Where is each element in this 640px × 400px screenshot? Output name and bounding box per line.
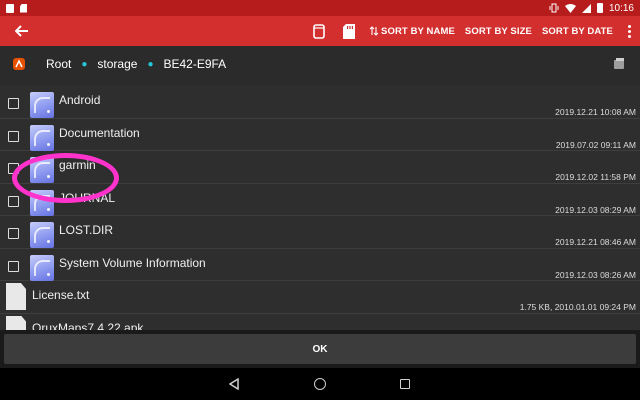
nav-recents-icon[interactable]: [400, 379, 410, 389]
app-logo-icon[interactable]: [12, 57, 26, 71]
list-item[interactable]: System Volume Information 2019.12.03 08:…: [0, 249, 640, 281]
select-checkbox[interactable]: [8, 98, 19, 109]
folder-icon: [30, 189, 54, 216]
sort-by-date-label: SORT BY DATE: [541, 25, 613, 37]
folder-icon: [30, 254, 54, 281]
folder-icon: [30, 124, 54, 151]
select-checkbox[interactable]: [8, 163, 19, 174]
list-item[interactable]: JOURNAL 2019.12.03 08:29 AM: [0, 184, 640, 216]
sd-storage-icon: [313, 23, 325, 39]
list-item[interactable]: OruxMaps7.4.22.apk: [0, 314, 640, 331]
select-checkbox[interactable]: [8, 260, 19, 272]
item-size-date: 1.75 KB, 2010.01.01 09:24 PM: [519, 302, 636, 312]
sd-card-icon: [343, 23, 356, 39]
folder-icon: [30, 157, 54, 183]
vibrate-icon: [549, 3, 559, 13]
battery-icon: [596, 3, 603, 13]
item-name: License.txt: [32, 288, 90, 302]
ok-area: OK: [0, 330, 640, 368]
breadcrumb: Root ● storage ● BE42-E9FA: [42, 57, 230, 71]
toolbar: SORT BY NAME SORT BY SIZE SORT BY DATE: [0, 16, 640, 46]
item-name: LOST.DIR: [59, 223, 114, 237]
sort-by-name-label: SORT BY NAME: [381, 25, 455, 37]
refresh-icon[interactable]: [612, 57, 626, 71]
sd-card-button[interactable]: [334, 16, 364, 46]
navigation-bar: [0, 368, 640, 400]
list-item[interactable]: Android 2019.12.21 10:08 AM: [0, 86, 640, 119]
wifi-icon: [564, 3, 576, 13]
status-time: 10:16: [608, 2, 634, 14]
breadcrumb-volume[interactable]: BE42-E9FA: [159, 57, 230, 71]
item-name: System Volume Information: [59, 255, 206, 270]
storage-button[interactable]: [304, 16, 334, 46]
sort-by-size-button[interactable]: SORT BY SIZE: [460, 16, 537, 46]
item-date: 2019.12.02 11:58 PM: [555, 172, 636, 182]
signal-icon: [581, 3, 591, 13]
folder-icon: [30, 92, 54, 118]
notification-icon: [6, 3, 14, 13]
list-item[interactable]: License.txt 1.75 KB, 2010.01.01 09:24 PM: [0, 281, 640, 314]
back-arrow-icon: [15, 25, 28, 37]
item-name: garmin: [59, 158, 96, 172]
file-list: Android 2019.12.21 10:08 AM Documentatio…: [0, 86, 640, 330]
breadcrumb-storage[interactable]: storage: [93, 57, 141, 71]
sort-by-size-label: SORT BY SIZE: [464, 25, 532, 37]
nav-back-icon[interactable]: [229, 378, 239, 390]
list-item[interactable]: garmin 2019.12.02 11:58 PM: [0, 151, 640, 184]
breadcrumb-separator: ●: [81, 58, 88, 70]
item-date: 2019.12.03 08:26 AM: [555, 269, 636, 280]
sort-by-name-button[interactable]: SORT BY NAME: [364, 16, 460, 46]
file-icon: [6, 315, 26, 330]
ok-button[interactable]: OK: [4, 334, 636, 364]
breadcrumb-separator: ●: [147, 58, 154, 70]
folder-icon: [30, 222, 54, 248]
list-item[interactable]: LOST.DIR 2019.12.21 08:46 AM: [0, 216, 640, 249]
item-name: OruxMaps7.4.22.apk: [32, 320, 144, 331]
item-date: 2019.12.21 10:08 AM: [555, 107, 636, 117]
status-bar: 10:16: [0, 0, 640, 16]
item-date: 2019.12.21 08:46 AM: [555, 237, 636, 247]
select-checkbox[interactable]: [8, 130, 19, 142]
breadcrumb-root[interactable]: Root: [42, 57, 75, 71]
select-checkbox[interactable]: [8, 228, 19, 239]
back-button[interactable]: [0, 16, 44, 46]
list-item[interactable]: Documentation 2019.07.02 09:11 AM: [0, 119, 640, 151]
sort-icon: [369, 26, 379, 36]
file-icon: [6, 283, 26, 310]
item-date: 2019.12.03 08:29 AM: [555, 204, 636, 215]
item-name: Documentation: [59, 125, 140, 140]
path-bar: Root ● storage ● BE42-E9FA: [0, 46, 640, 125]
more-vert-icon[interactable]: [618, 16, 640, 46]
item-name: Android: [59, 93, 101, 107]
sd-card-notification-icon: [20, 3, 27, 13]
nav-home-icon[interactable]: [314, 378, 326, 390]
sort-by-date-button[interactable]: SORT BY DATE: [537, 16, 618, 46]
item-date: 2019.07.02 09:11 AM: [555, 139, 636, 150]
select-checkbox[interactable]: [8, 195, 19, 207]
item-name: JOURNAL: [59, 190, 116, 205]
